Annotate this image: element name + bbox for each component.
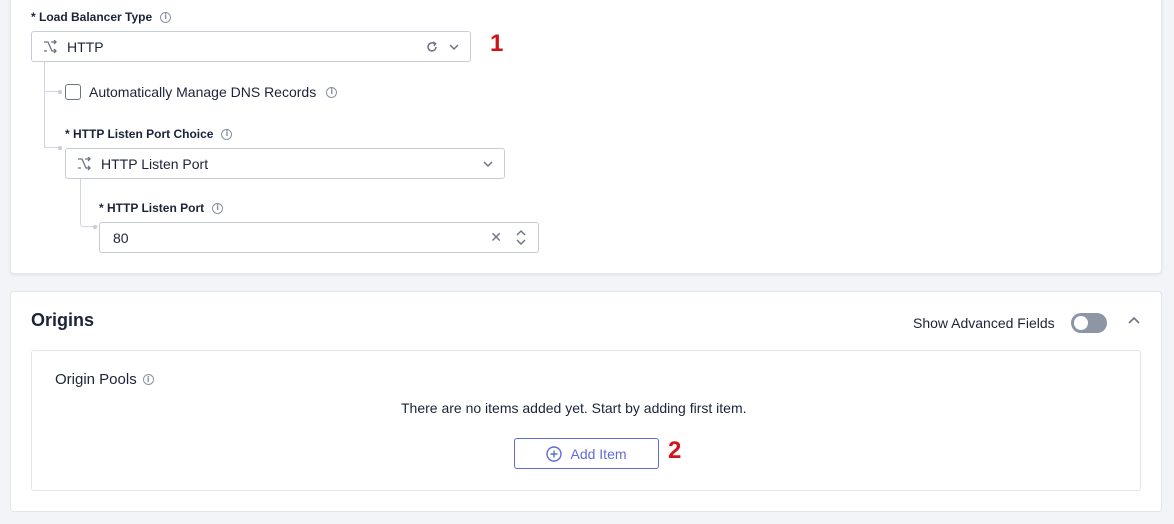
info-icon[interactable]: i [160, 11, 172, 23]
annotation-badge-1: 1 [490, 30, 504, 57]
origin-pools-title-text: Origin Pools [55, 371, 137, 388]
origins-title: Origins [31, 310, 95, 330]
annotation-badge-2: 2 [668, 437, 682, 464]
split-arrow-icon [77, 156, 91, 171]
plus-circle-icon [546, 445, 563, 462]
origin-pools-panel [31, 350, 1141, 491]
port-choice-value: HTTP Listen Port [101, 155, 209, 172]
chevron-down-icon[interactable] [448, 41, 460, 53]
info-icon[interactable]: i [142, 374, 154, 385]
port-input-value[interactable]: 80 [113, 230, 490, 246]
port-choice-select[interactable]: HTTP Listen Port [65, 148, 505, 179]
load-balancer-type-value: HTTP [67, 38, 104, 55]
chevron-up-icon[interactable] [1127, 314, 1141, 328]
show-advanced-toggle[interactable] [1071, 313, 1107, 333]
load-balancer-type-select[interactable]: HTTP [31, 31, 471, 62]
clear-icon[interactable]: ✕ [490, 230, 502, 246]
port-choice-label-text: * HTTP Listen Port Choice [65, 127, 214, 141]
show-advanced-label: Show Advanced Fields [913, 315, 1055, 331]
dns-checkbox[interactable] [65, 84, 81, 100]
refresh-icon[interactable] [426, 40, 438, 53]
empty-list-message: There are no items added yet. Start by a… [401, 400, 747, 416]
add-item-button-label: Add Item [570, 445, 627, 462]
chevron-down-icon[interactable] [482, 158, 494, 170]
toggle-knob [1074, 316, 1088, 330]
add-item-button[interactable]: Add Item [514, 438, 659, 469]
dns-checkbox-label: Automatically Manage DNS Records i [89, 84, 338, 100]
split-arrow-icon [43, 39, 57, 54]
tree-branch [44, 62, 62, 148]
info-icon[interactable]: i [221, 128, 233, 140]
port-input[interactable]: 80 ✕ [99, 222, 539, 253]
port-label-text: * HTTP Listen Port [99, 201, 205, 215]
tree-node-dot [93, 225, 97, 229]
tree-node-dot [58, 146, 62, 150]
tree-branch [80, 179, 98, 227]
origin-pools-title: Origin Pools i [55, 371, 154, 388]
load-balancer-type-label-text: * Load Balancer Type [31, 10, 153, 24]
port-stepper[interactable] [514, 229, 528, 246]
load-balancer-type-label: * Load Balancer Type i [31, 10, 172, 24]
port-label: * HTTP Listen Port i [99, 201, 224, 215]
port-choice-label: * HTTP Listen Port Choice i [65, 127, 233, 141]
stepper-down-icon[interactable] [516, 239, 526, 246]
info-icon[interactable]: i [212, 202, 224, 214]
dns-checkbox-label-text: Automatically Manage DNS Records [89, 84, 317, 100]
info-icon[interactable]: i [326, 86, 338, 98]
stepper-up-icon[interactable] [516, 229, 526, 236]
